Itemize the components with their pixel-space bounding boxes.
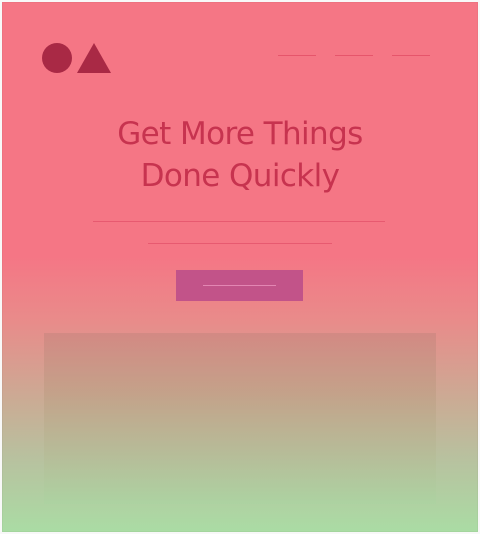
hero-title: Get More Things Done Quickly [2, 113, 478, 197]
circle-icon [42, 43, 72, 73]
nav-item-placeholder-1[interactable] [278, 55, 316, 56]
top-navigation [278, 55, 438, 59]
primary-cta-button[interactable] [176, 270, 303, 301]
hero-title-line-2: Done Quickly [140, 158, 340, 194]
cta-label-placeholder [203, 285, 276, 286]
hero-media-panel [44, 333, 436, 504]
hero-page: Get More Things Done Quickly [2, 2, 478, 532]
nav-item-placeholder-3[interactable] [392, 55, 430, 56]
hero-subtitle-placeholder-line-2 [148, 243, 332, 244]
triangle-icon [77, 43, 111, 73]
brand-logo[interactable] [42, 40, 112, 76]
hero-subtitle-placeholder-line-1 [93, 221, 385, 222]
nav-item-placeholder-2[interactable] [335, 55, 373, 56]
hero-title-line-1: Get More Things [117, 116, 363, 152]
